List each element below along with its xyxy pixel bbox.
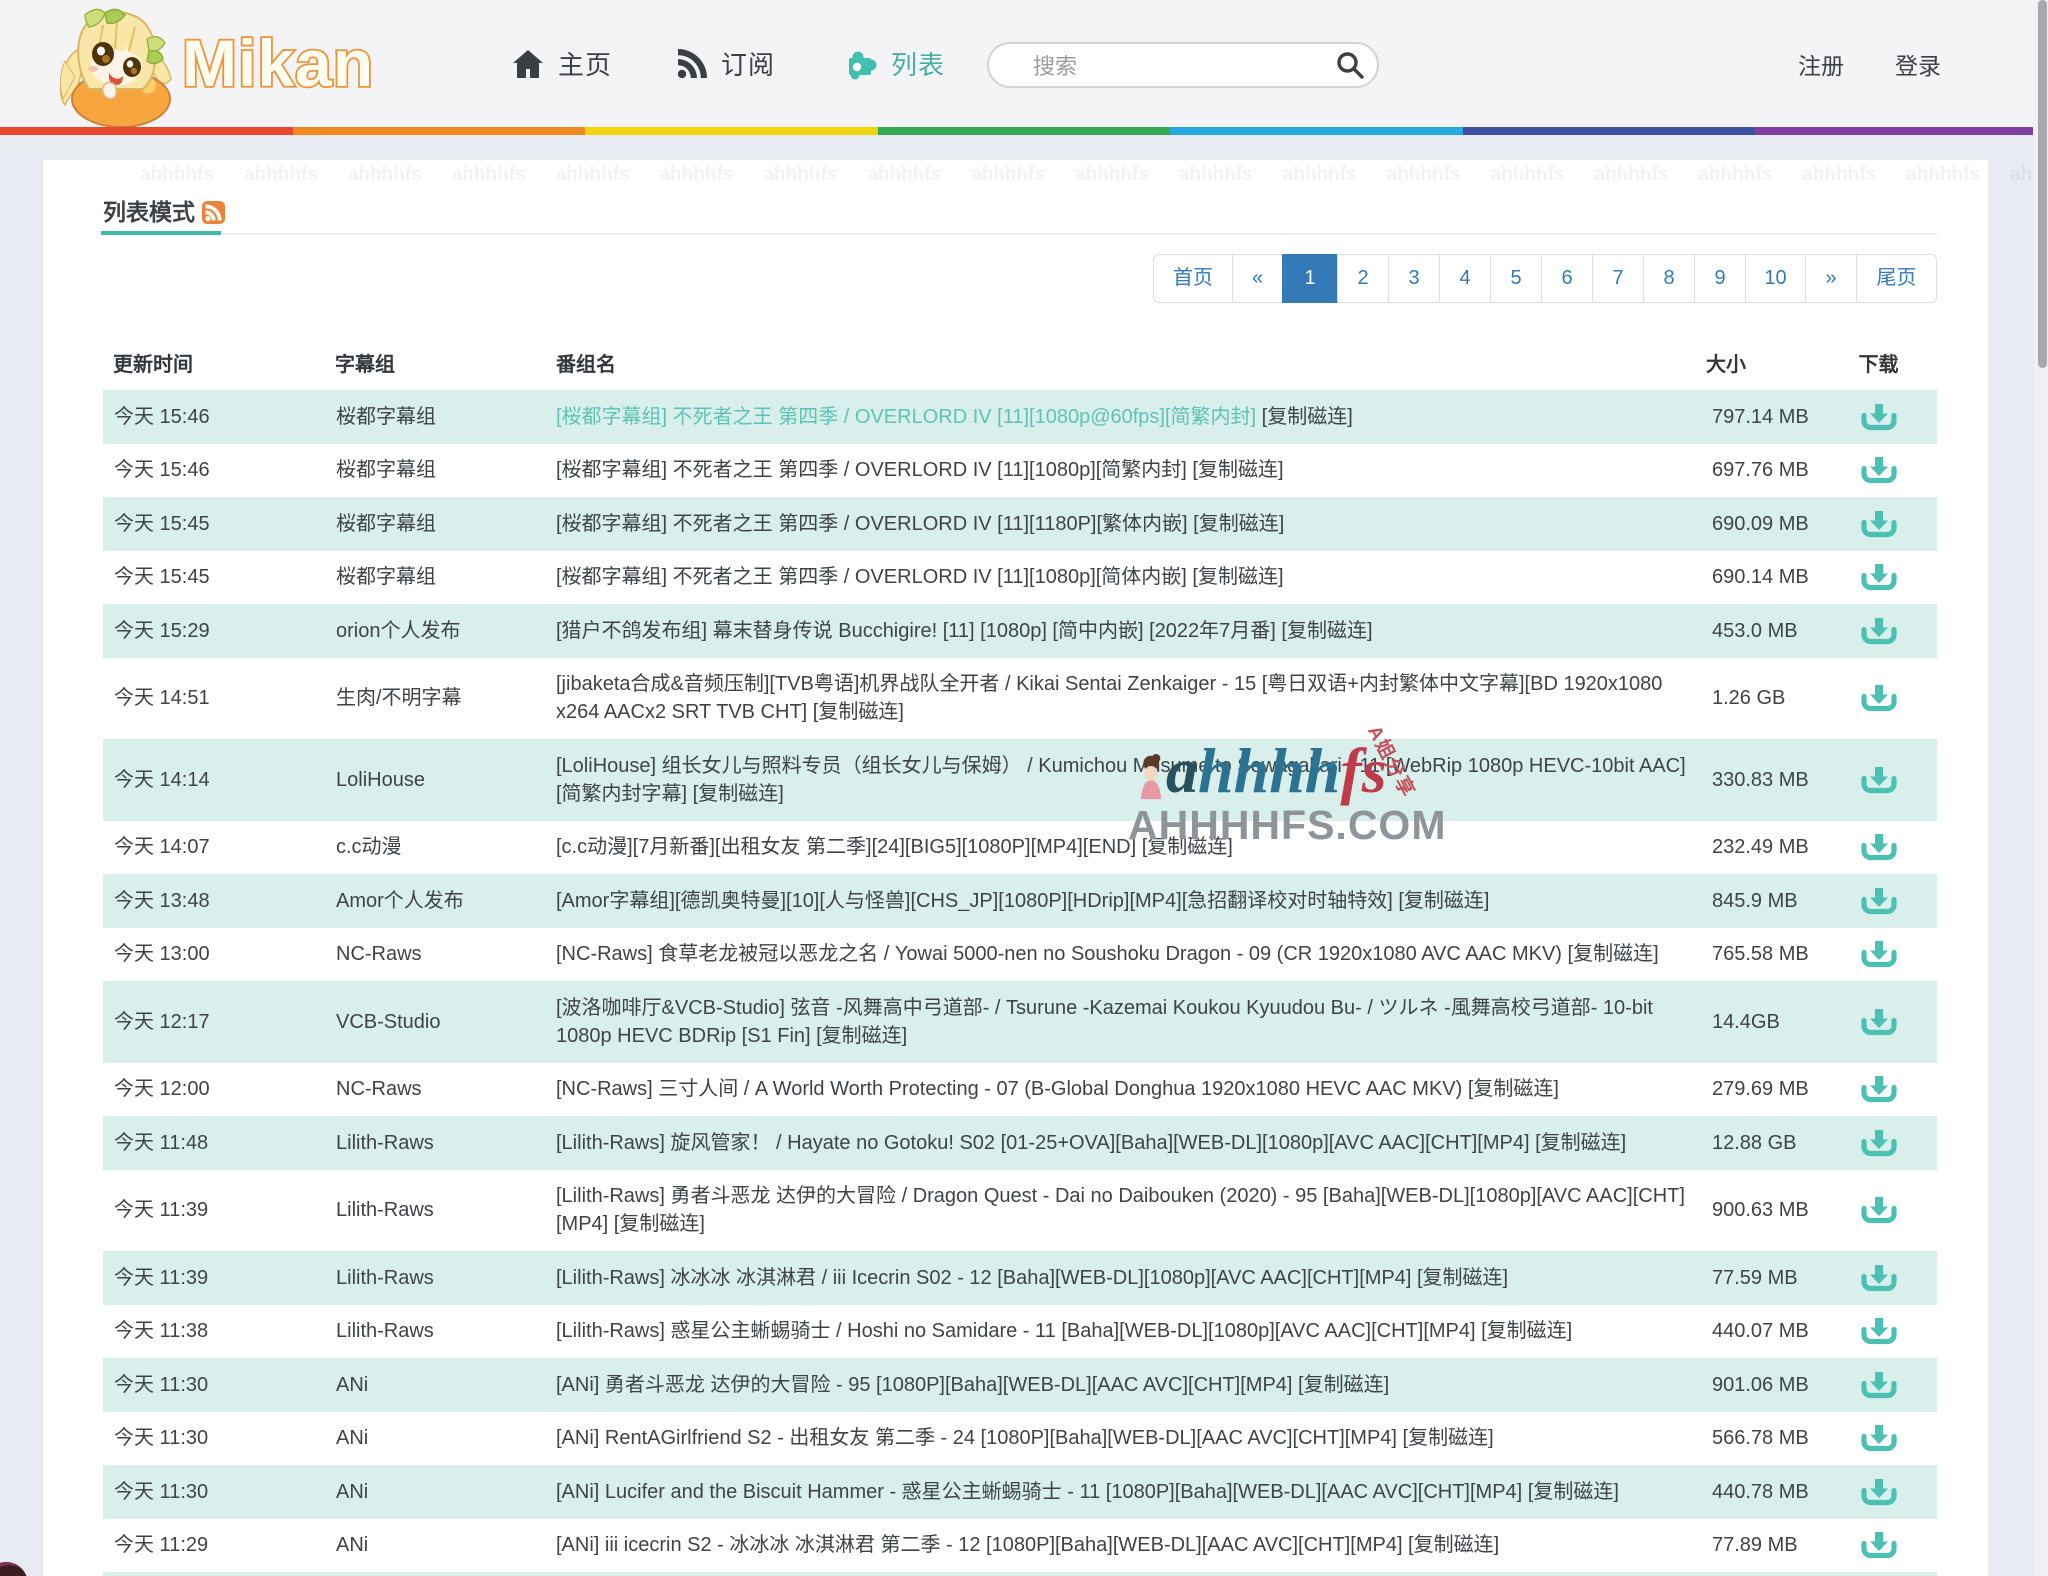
- svg-text:Mikan: Mikan: [182, 26, 374, 100]
